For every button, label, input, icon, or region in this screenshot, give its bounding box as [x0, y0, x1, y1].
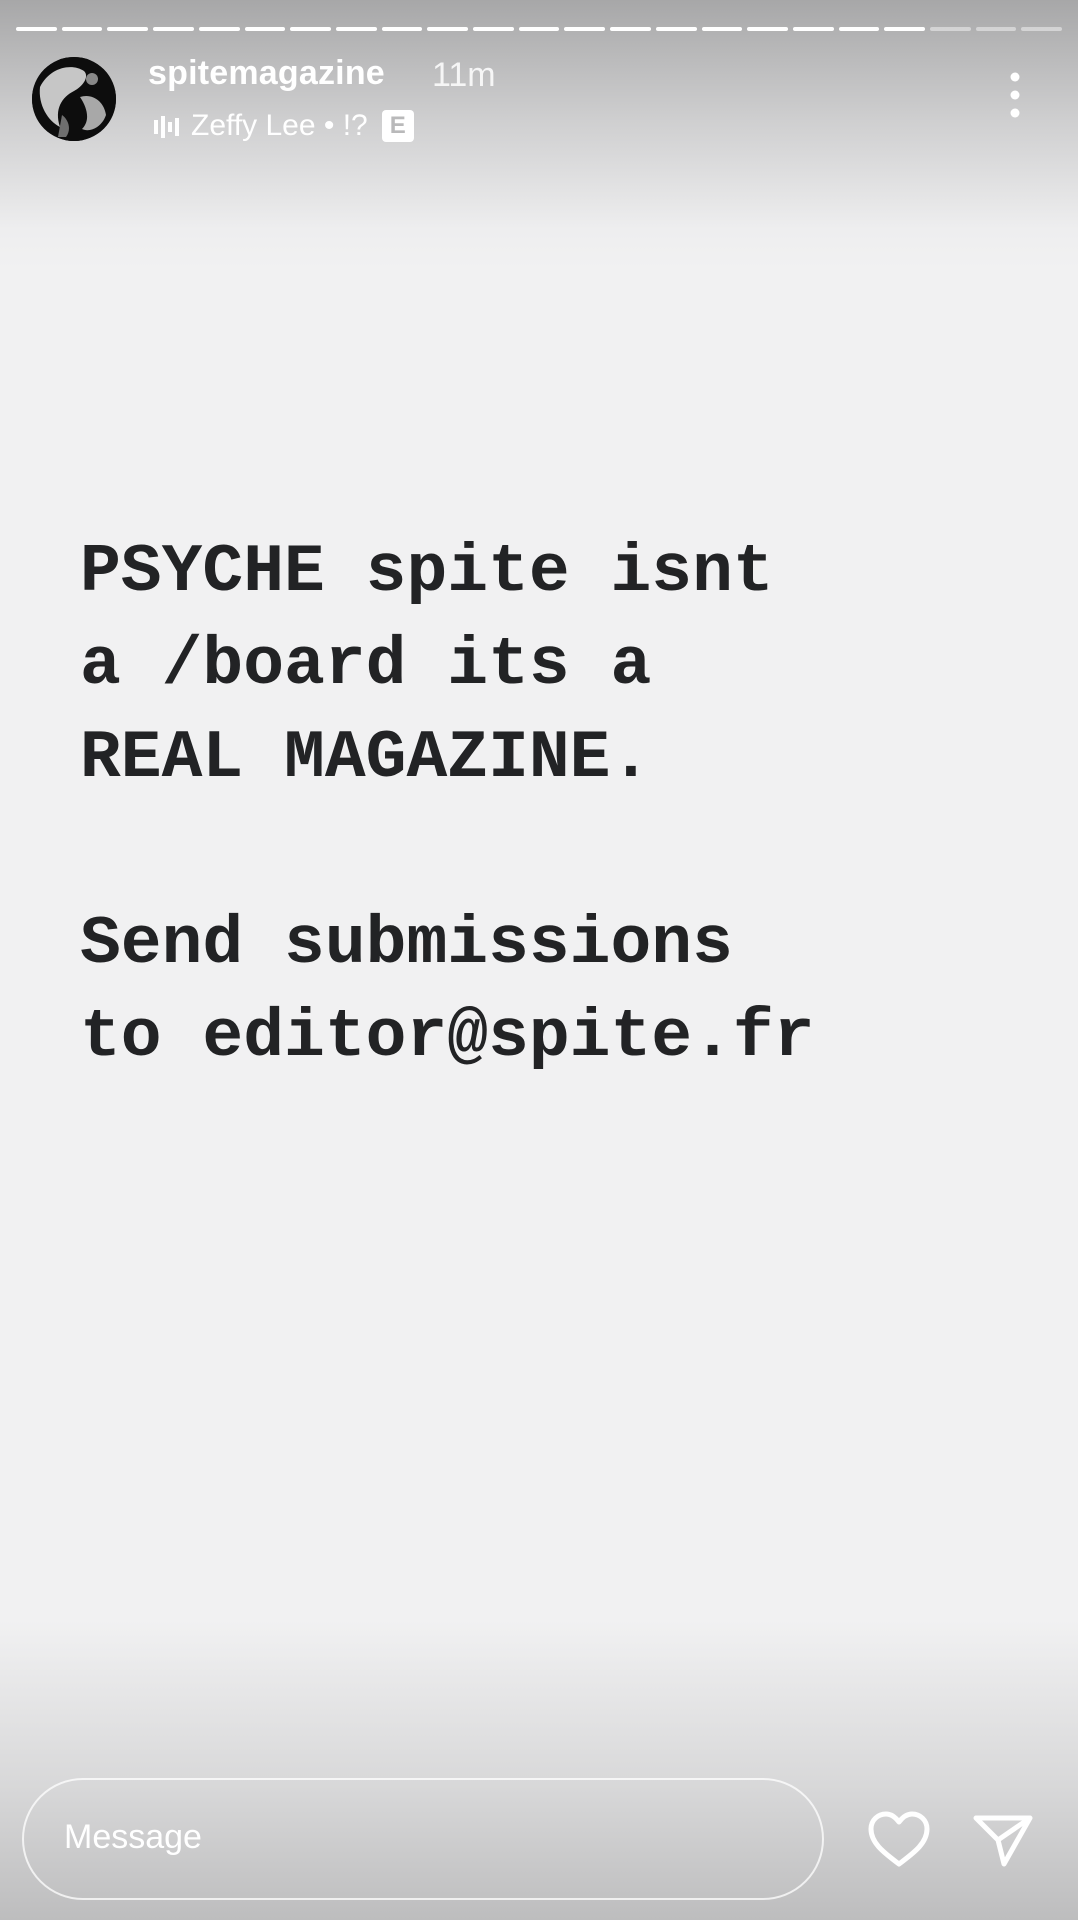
avatar[interactable]	[32, 57, 116, 141]
explicit-badge: E	[381, 110, 414, 142]
story-viewer[interactable]: spitemagazine 11m Zeffy Lee • !? E PSYCH…	[0, 0, 1078, 1920]
story-caption: PSYCHE spite isnt a /board its a REAL MA…	[80, 526, 1020, 1084]
more-vertical-icon	[1010, 72, 1020, 118]
username[interactable]: spitemagazine	[148, 54, 385, 93]
more-options-button[interactable]	[1000, 70, 1030, 120]
music-sticker[interactable]: Zeffy Lee • !? E	[153, 106, 414, 146]
message-input[interactable]: Message	[22, 1778, 824, 1900]
caption-line: PSYCHE spite isnt	[80, 534, 774, 611]
music-track: Zeffy Lee • !?	[191, 109, 368, 142]
send-button[interactable]	[972, 1810, 1034, 1870]
audio-bars-icon	[154, 116, 179, 138]
heart-icon	[868, 1811, 930, 1867]
caption-line: a /board its a	[80, 627, 652, 704]
story-header: spitemagazine 11m Zeffy Lee • !? E	[0, 0, 1078, 160]
timestamp: 11m	[432, 56, 496, 94]
caption-line: Send submissions	[80, 906, 733, 983]
caption-line: REAL MAGAZINE.	[80, 720, 652, 797]
paper-plane-icon	[973, 1815, 1033, 1867]
profile-photo	[32, 57, 116, 141]
message-placeholder: Message	[64, 1818, 202, 1856]
caption-line: to editor@spite.fr	[80, 999, 815, 1076]
like-button[interactable]	[866, 1810, 932, 1870]
